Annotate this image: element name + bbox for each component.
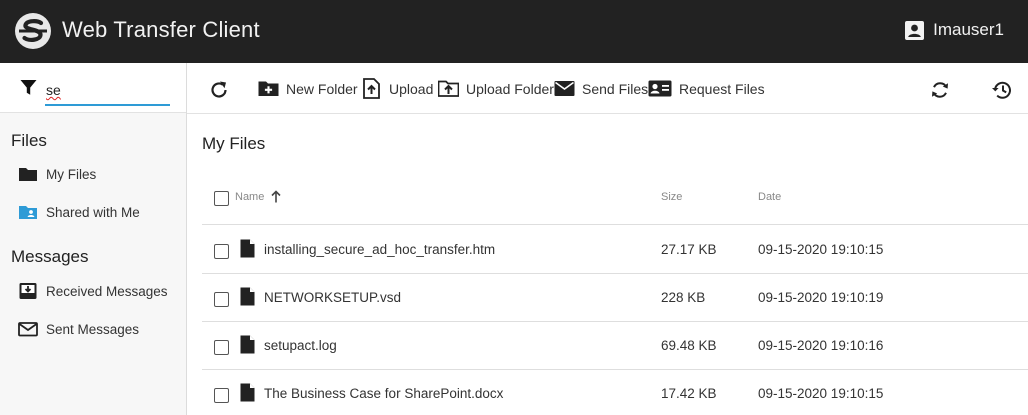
app-logo-icon <box>15 13 51 49</box>
upload-button[interactable]: Upload <box>361 78 433 99</box>
table-row[interactable]: The Business Case for SharePoint.docx 17… <box>202 370 1028 415</box>
user-name: Imauser1 <box>933 20 1004 39</box>
file-icon <box>240 239 255 258</box>
refresh-icon[interactable] <box>208 79 230 101</box>
files-heading: Files <box>11 131 47 150</box>
main-content: My Files Name Size Date installing_secur… <box>187 114 1028 415</box>
contact-card-icon <box>648 80 672 97</box>
file-date: 09-15-2020 19:10:19 <box>758 290 884 305</box>
file-size: 228 KB <box>661 290 706 305</box>
file-icon <box>240 335 255 354</box>
file-icon <box>240 287 255 306</box>
shared-folder-icon <box>19 206 37 219</box>
user-menu[interactable]: Imauser1 <box>905 20 1004 40</box>
row-checkbox[interactable] <box>214 292 229 307</box>
sidebar-item-shared-with-me[interactable]: Shared with Me <box>18 203 140 221</box>
send-files-label: Send Files <box>582 80 649 97</box>
column-header-name[interactable]: Name <box>235 191 264 203</box>
file-size: 69.48 KB <box>661 338 717 353</box>
upload-folder-button[interactable]: Upload Folder <box>438 78 554 99</box>
sidebar-item-label: Received Messages <box>46 283 168 299</box>
new-folder-label: New Folder <box>286 80 358 97</box>
sidebar-item-received-messages[interactable]: Received Messages <box>18 282 168 300</box>
new-folder-icon <box>258 81 279 96</box>
sort-ascending-icon[interactable] <box>271 190 281 203</box>
file-name[interactable]: setupact.log <box>264 338 337 353</box>
messages-heading: Messages <box>11 247 89 266</box>
file-name[interactable]: The Business Case for SharePoint.docx <box>264 386 503 401</box>
sidebar-item-label: My Files <box>46 166 97 182</box>
filter-bar: se <box>0 63 186 113</box>
file-date: 09-15-2020 19:10:15 <box>758 242 884 257</box>
sidebar-item-label: Sent Messages <box>46 321 140 337</box>
toolbar: New Folder Upload Upload Folder Send Fil… <box>187 63 1028 114</box>
history-icon[interactable] <box>991 79 1013 101</box>
filter-input[interactable] <box>45 80 170 106</box>
sidebar-item-sent-messages[interactable]: Sent Messages <box>18 320 139 338</box>
app-title: Web Transfer Client <box>62 17 260 42</box>
file-name[interactable]: installing_secure_ad_hoc_transfer.htm <box>264 242 495 257</box>
sidebar-item-label: Shared with Me <box>46 204 140 220</box>
inbox-icon <box>19 283 37 299</box>
table-row[interactable]: NETWORKSETUP.vsd 228 KB 09-15-2020 19:10… <box>202 274 1028 322</box>
sidebar: se Files My Files Shared with Me Message… <box>0 63 187 415</box>
file-date: 09-15-2020 19:10:16 <box>758 338 884 353</box>
upload-folder-label: Upload Folder <box>466 80 554 97</box>
file-icon <box>240 383 255 402</box>
column-header-date[interactable]: Date <box>758 191 781 203</box>
filter-icon <box>20 80 37 95</box>
upload-label: Upload <box>389 80 434 97</box>
send-envelope-icon <box>554 81 575 96</box>
file-date: 09-15-2020 19:10:15 <box>758 386 884 401</box>
table-header: Name Size Date <box>202 187 1028 225</box>
send-files-button[interactable]: Send Files <box>554 78 648 99</box>
request-files-label: Request Files <box>679 80 765 97</box>
page-title: My Files <box>202 134 266 153</box>
select-all-checkbox[interactable] <box>214 191 229 206</box>
file-size: 27.17 KB <box>661 242 717 257</box>
upload-folder-icon <box>438 80 459 97</box>
column-header-size[interactable]: Size <box>661 191 682 203</box>
new-folder-button[interactable]: New Folder <box>258 78 358 99</box>
app-header: Web Transfer Client Imauser1 <box>0 0 1028 63</box>
table-row[interactable]: setupact.log 69.48 KB 09-15-2020 19:10:1… <box>202 322 1028 370</box>
request-files-button[interactable]: Request Files <box>648 78 765 99</box>
folder-icon <box>19 168 37 181</box>
file-size: 17.42 KB <box>661 386 717 401</box>
sidebar-item-my-files[interactable]: My Files <box>18 165 96 183</box>
row-checkbox[interactable] <box>214 340 229 355</box>
user-account-icon <box>905 20 925 40</box>
row-checkbox[interactable] <box>214 388 229 403</box>
upload-file-icon <box>363 78 380 99</box>
row-checkbox[interactable] <box>214 244 229 259</box>
table-row[interactable]: installing_secure_ad_hoc_transfer.htm 27… <box>202 226 1028 274</box>
envelope-icon <box>18 322 38 337</box>
sync-icon[interactable] <box>929 79 951 101</box>
file-name[interactable]: NETWORKSETUP.vsd <box>264 290 401 305</box>
